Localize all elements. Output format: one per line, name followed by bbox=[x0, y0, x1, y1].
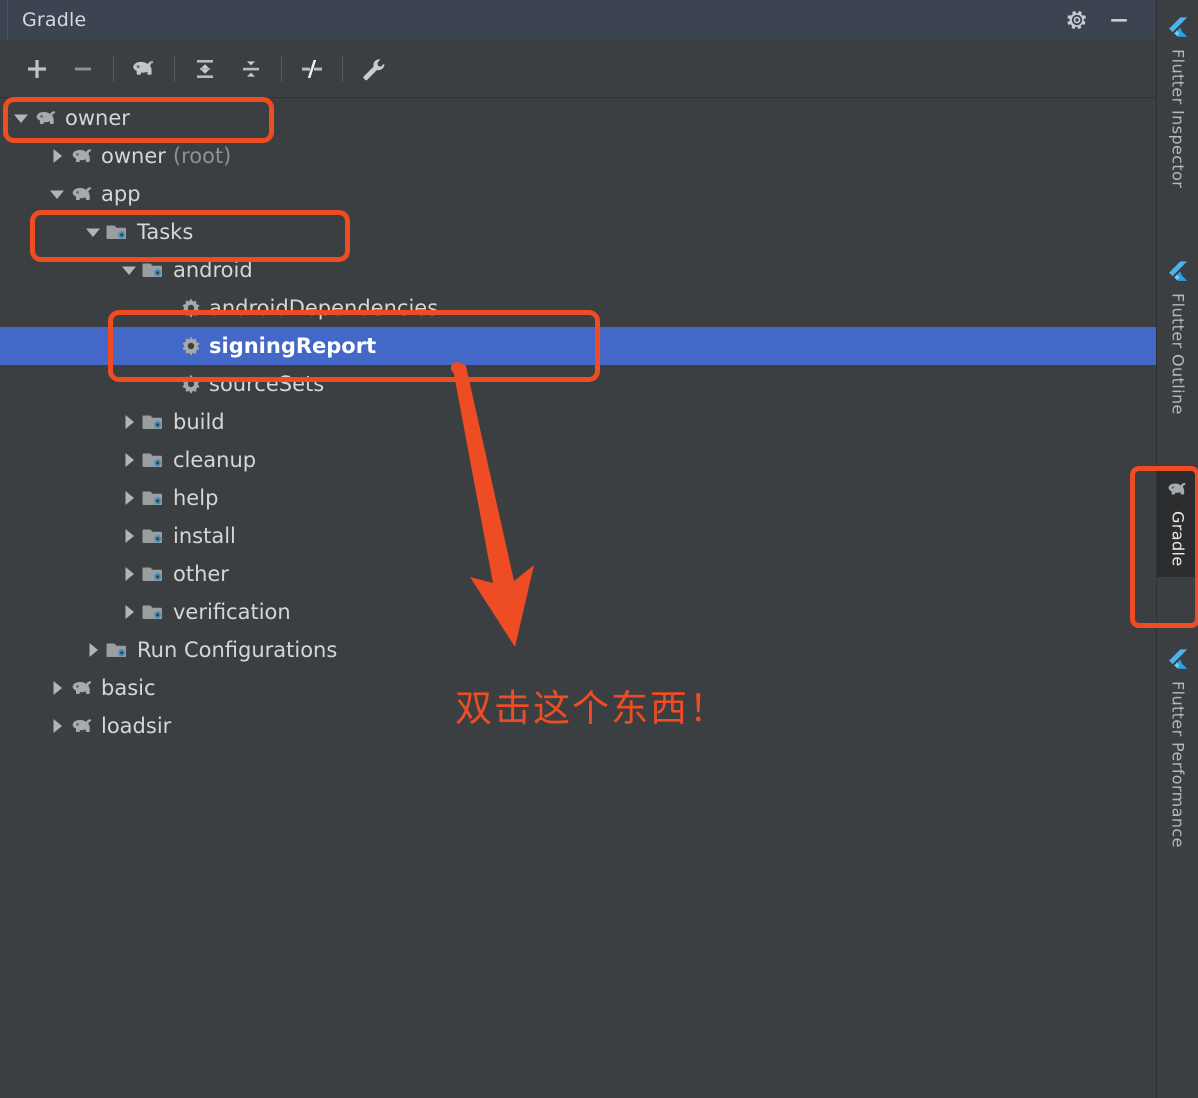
tree-row-androiddependencies[interactable]: androidDependencies bbox=[0, 289, 1156, 327]
chevron-right-icon[interactable] bbox=[118, 555, 140, 593]
offline-mode-icon[interactable] bbox=[289, 48, 335, 90]
task-folder-icon bbox=[140, 403, 170, 441]
gradle-toolbar bbox=[0, 40, 1156, 98]
tool-window-titlebar: Gradle bbox=[0, 0, 1156, 40]
chevron-right-icon[interactable] bbox=[46, 707, 68, 745]
flutter-icon bbox=[1167, 260, 1189, 286]
task-folder-icon bbox=[140, 555, 170, 593]
task-folder-icon bbox=[104, 631, 134, 669]
tree-row-label: owner bbox=[101, 144, 166, 168]
tree-row-label: help bbox=[173, 486, 219, 510]
tree-row-build[interactable]: build bbox=[0, 403, 1156, 441]
tree-row-install[interactable]: install bbox=[0, 517, 1156, 555]
tree-twisty-placeholder bbox=[154, 289, 176, 327]
tree-row-android[interactable]: android bbox=[0, 251, 1156, 289]
task-folder-icon bbox=[140, 251, 170, 289]
tool-window-label: Flutter Performance bbox=[1168, 681, 1188, 848]
task-folder-icon bbox=[140, 517, 170, 555]
tree-row-owner[interactable]: owner bbox=[0, 99, 1156, 137]
chevron-right-icon[interactable] bbox=[46, 137, 68, 175]
tree-row-label: verification bbox=[173, 600, 291, 624]
elephant-icon bbox=[68, 669, 98, 707]
tool-window-label: Gradle bbox=[1168, 511, 1188, 567]
expand-all-icon[interactable] bbox=[182, 48, 228, 90]
tool-gradle[interactable]: Gradle bbox=[1157, 470, 1198, 577]
toolbar-separator bbox=[342, 55, 343, 82]
wrench-icon[interactable] bbox=[350, 48, 396, 90]
tool-window-label: Flutter Outline bbox=[1168, 293, 1188, 415]
toolbar-separator bbox=[113, 55, 114, 82]
tree-row-label: Tasks bbox=[137, 220, 194, 244]
gear-task-icon bbox=[176, 365, 206, 403]
tree-row-other[interactable]: other bbox=[0, 555, 1156, 593]
tree-row-label: app bbox=[101, 182, 141, 206]
elephant-icon bbox=[68, 175, 98, 213]
tree-row-verification[interactable]: verification bbox=[0, 593, 1156, 631]
chevron-down-icon[interactable] bbox=[118, 251, 140, 289]
tree-row-label: signingReport bbox=[209, 334, 377, 358]
flutter-icon bbox=[1167, 648, 1189, 674]
add-button[interactable] bbox=[14, 48, 60, 90]
chevron-down-icon[interactable] bbox=[10, 99, 32, 137]
chevron-right-icon[interactable] bbox=[46, 669, 68, 707]
chevron-down-icon[interactable] bbox=[46, 175, 68, 213]
elephant-icon bbox=[68, 707, 98, 745]
chevron-down-icon[interactable] bbox=[82, 213, 104, 251]
tree-row-cleanup[interactable]: cleanup bbox=[0, 441, 1156, 479]
chevron-right-icon[interactable] bbox=[118, 441, 140, 479]
gradle-elephant-icon[interactable] bbox=[121, 48, 167, 90]
task-folder-icon bbox=[140, 479, 170, 517]
tree-row-help[interactable]: help bbox=[0, 479, 1156, 517]
tree-row-label: cleanup bbox=[173, 448, 257, 472]
tree-row-label: sourceSets bbox=[209, 372, 325, 396]
tool-flutter-inspector[interactable]: Flutter Inspector bbox=[1157, 8, 1198, 198]
right-tool-window-bar: Flutter Inspector Flutter Outline Gradle Fl… bbox=[1156, 0, 1198, 1098]
tool-flutter-outline[interactable]: Flutter Outline bbox=[1157, 252, 1198, 425]
elephant-icon bbox=[68, 137, 98, 175]
collapse-all-icon[interactable] bbox=[228, 48, 274, 90]
tree-row-run-configurations[interactable]: Run Configurations bbox=[0, 631, 1156, 669]
flutter-icon bbox=[1167, 16, 1189, 42]
tree-row-signingreport[interactable]: signingReport bbox=[0, 327, 1156, 365]
tree-row-label: Run Configurations bbox=[137, 638, 338, 662]
tree-row-label: androidDependencies bbox=[209, 296, 439, 320]
tree-twisty-placeholder bbox=[154, 327, 176, 365]
tool-flutter-performance[interactable]: Flutter Performance bbox=[1157, 640, 1198, 858]
task-folder-icon bbox=[140, 593, 170, 631]
chevron-right-icon[interactable] bbox=[118, 593, 140, 631]
tree-row-label: basic bbox=[101, 676, 156, 700]
page-title: Gradle bbox=[22, 9, 87, 31]
task-folder-icon bbox=[104, 213, 134, 251]
tree-row-label: other bbox=[173, 562, 229, 586]
remove-button[interactable] bbox=[60, 48, 106, 90]
tree-row-owner[interactable]: owner (root) bbox=[0, 137, 1156, 175]
minimize-icon[interactable] bbox=[1098, 0, 1140, 40]
toolbar-separator bbox=[281, 55, 282, 82]
chevron-right-icon[interactable] bbox=[118, 479, 140, 517]
titlebar-left-edge bbox=[0, 0, 8, 40]
chevron-right-icon[interactable] bbox=[118, 517, 140, 555]
annotation-callout-text: 双击这个东西！ bbox=[455, 687, 728, 730]
tree-row-tasks[interactable]: Tasks bbox=[0, 213, 1156, 251]
tree-row-label: build bbox=[173, 410, 225, 434]
elephant-icon bbox=[32, 99, 62, 137]
gear-task-icon bbox=[176, 327, 206, 365]
tree-row-app[interactable]: app bbox=[0, 175, 1156, 213]
chevron-right-icon[interactable] bbox=[82, 631, 104, 669]
tree-row-sourcesets[interactable]: sourceSets bbox=[0, 365, 1156, 403]
tree-twisty-placeholder bbox=[154, 365, 176, 403]
tree-row-label: owner bbox=[65, 106, 130, 130]
tree-row-label: install bbox=[173, 524, 236, 548]
gradle-project-tree[interactable]: owner owner (root) app Tasks android androidDe… bbox=[0, 99, 1156, 1098]
task-folder-icon bbox=[140, 441, 170, 479]
chevron-right-icon[interactable] bbox=[118, 403, 140, 441]
elephant-icon bbox=[1165, 478, 1191, 504]
tree-row-label: loadsir bbox=[101, 714, 172, 738]
tree-row-label: android bbox=[173, 258, 253, 282]
toolbar-separator bbox=[174, 55, 175, 82]
gear-task-icon bbox=[176, 289, 206, 327]
tool-window-label: Flutter Inspector bbox=[1168, 49, 1188, 189]
gear-icon[interactable] bbox=[1056, 0, 1098, 40]
tree-row-sublabel: (root) bbox=[172, 144, 232, 168]
